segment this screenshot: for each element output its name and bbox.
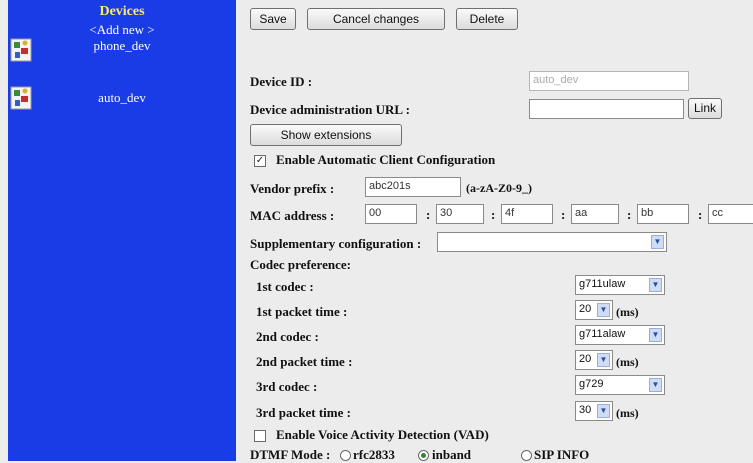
admin-url-field[interactable]	[529, 99, 684, 119]
mac-octet-1[interactable]: 00	[365, 204, 417, 224]
packet-time-2-label: 2nd packet time :	[256, 354, 353, 369]
mac-octet-6[interactable]: cc	[708, 204, 753, 224]
chevron-down-icon: ▼	[597, 404, 610, 418]
mac-separator: :	[561, 207, 566, 222]
mac-separator: :	[426, 207, 431, 222]
codec-3-label: 3rd codec :	[256, 379, 318, 394]
packet-time-3-value: 30	[579, 404, 592, 416]
packet-time-2-value: 20	[579, 353, 592, 365]
mac-octet-3[interactable]: 4f	[501, 204, 553, 224]
codec-2-value: g711alaw	[579, 328, 626, 340]
sidebar-item-auto-dev[interactable]: auto_dev	[8, 86, 236, 114]
dtmf-sip-info-radio[interactable]	[521, 450, 532, 461]
chevron-down-icon: ▼	[649, 328, 662, 342]
codec-1-value: g711ulaw	[579, 278, 626, 290]
packet-time-1-unit: (ms)	[616, 305, 639, 319]
sidebar-item-label: phone_dev	[93, 38, 151, 53]
packet-time-3-select[interactable]: 30 ▼	[575, 401, 613, 421]
codec-1-select[interactable]: g711ulaw ▼	[575, 275, 665, 295]
delete-button[interactable]: Delete	[456, 8, 518, 30]
codec-2-select[interactable]: g711alaw ▼	[575, 325, 665, 345]
sidebar-item-phone-dev[interactable]: phone_dev	[8, 38, 236, 66]
auto-config-label: Enable Automatic Client Configuration	[276, 152, 496, 167]
chevron-down-icon: ▼	[597, 353, 610, 367]
vendor-prefix-field[interactable]: abc201s	[365, 177, 461, 197]
sidebar-title: Devices	[99, 4, 145, 19]
vad-label: Enable Voice Activity Detection (VAD)	[276, 427, 489, 442]
link-button[interactable]: Link	[688, 98, 722, 119]
dtmf-inband-radio[interactable]	[418, 450, 429, 461]
dtmf-rfc2833-radio[interactable]	[340, 450, 351, 461]
auto-config-checkbox[interactable]: ✓	[254, 155, 266, 167]
device-id-field[interactable]: auto_dev	[529, 71, 689, 91]
save-button[interactable]: Save	[250, 8, 296, 30]
device-id-label: Device ID :	[250, 74, 313, 89]
chevron-down-icon: ▼	[649, 278, 662, 292]
packet-time-1-label: 1st packet time :	[256, 304, 348, 319]
mac-octet-5[interactable]: bb	[637, 204, 689, 224]
vad-checkbox[interactable]	[254, 430, 266, 442]
codec-3-value: g729	[579, 378, 604, 390]
packet-time-2-select[interactable]: 20 ▼	[575, 350, 613, 370]
admin-url-label: Device administration URL :	[250, 102, 410, 117]
show-extensions-button[interactable]: Show extensions	[250, 124, 402, 146]
packet-time-3-unit: (ms)	[616, 406, 639, 420]
mac-separator: :	[698, 207, 703, 222]
codec-preference-heading: Codec preference:	[250, 257, 351, 272]
chevron-down-icon: ▼	[651, 235, 664, 249]
mac-address-label: MAC address :	[250, 208, 335, 223]
packet-time-3-label: 3rd packet time :	[256, 405, 351, 420]
vendor-prefix-label: Vendor prefix :	[250, 181, 335, 196]
codec-1-label: 1st codec :	[256, 279, 314, 294]
mac-separator: :	[627, 207, 632, 222]
sidebar-item-label: auto_dev	[98, 90, 146, 105]
supp-config-label: Supplementary configuration :	[250, 236, 422, 251]
devices-sidebar: Devices <Add new > phone_dev auto_dev	[8, 0, 236, 461]
packet-time-1-value: 20	[579, 303, 592, 315]
mac-octet-2[interactable]: 30	[436, 204, 484, 224]
mac-octet-4[interactable]: aa	[571, 204, 619, 224]
cancel-changes-button[interactable]: Cancel changes	[307, 8, 445, 30]
chevron-down-icon: ▼	[649, 378, 662, 392]
vendor-prefix-hint: (a-zA-Z0-9_)	[466, 181, 532, 195]
mac-separator: :	[491, 207, 496, 222]
packet-time-2-unit: (ms)	[616, 355, 639, 369]
chevron-down-icon: ▼	[597, 303, 610, 317]
supp-config-select[interactable]: ▼	[437, 232, 667, 252]
codec-2-label: 2nd codec :	[256, 329, 319, 344]
add-new-device-link[interactable]: <Add new >	[8, 22, 236, 38]
packet-time-1-select[interactable]: 20 ▼	[575, 300, 613, 320]
codec-3-select[interactable]: g729 ▼	[575, 375, 665, 395]
